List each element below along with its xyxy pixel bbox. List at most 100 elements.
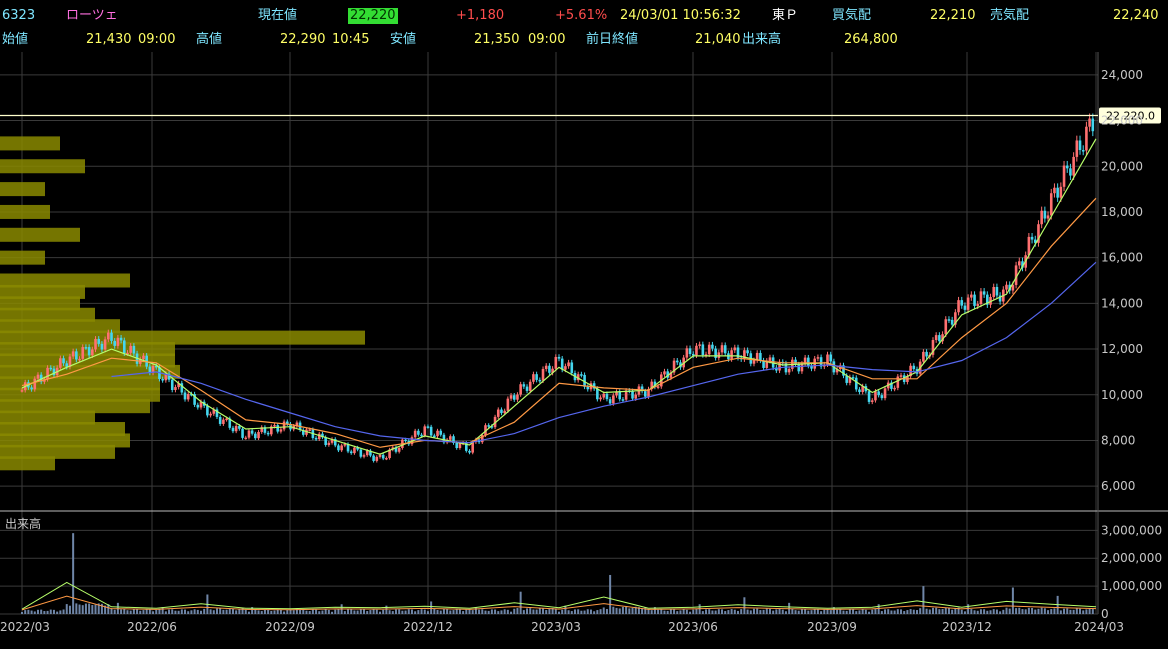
- volume-bar: [279, 609, 282, 614]
- candle-body: [458, 443, 462, 449]
- volume-bar: [714, 610, 717, 614]
- candle-body: [170, 379, 174, 390]
- volume-bar: [839, 609, 842, 614]
- volume-tick-label: 2,000,000: [1101, 551, 1162, 565]
- volume-bar: [273, 610, 276, 614]
- candle-body: [317, 433, 321, 440]
- candle-body: [567, 362, 570, 367]
- volume-bar: [855, 611, 858, 614]
- high-label: 高値: [196, 32, 223, 47]
- volume-bar: [359, 609, 362, 614]
- candle-body: [436, 430, 439, 437]
- x-tick-label: 2022/03: [0, 620, 50, 634]
- volume-bar: [484, 610, 487, 614]
- candle-body: [618, 391, 622, 400]
- volume-bar: [906, 610, 909, 614]
- stock-chart: 22,220.0 24,000 22,000 20,000 18,000 16,000 1…: [0, 52, 1168, 634]
- candle-body: [397, 447, 401, 452]
- volume-bar: [532, 609, 535, 614]
- volume-bar: [209, 609, 212, 614]
- y-tick-label: 10,000: [1101, 388, 1143, 402]
- candle-body: [71, 351, 75, 357]
- candle-body: [800, 363, 804, 372]
- volume-bar: [896, 609, 899, 614]
- volume-bar: [829, 610, 832, 614]
- candle-body: [807, 357, 810, 366]
- volume-bar: [212, 610, 215, 614]
- candle-body: [1069, 168, 1072, 176]
- current-price-line: 22,220.0: [0, 107, 1161, 124]
- candle-body: [30, 387, 33, 390]
- volume-bar: [554, 608, 557, 614]
- volume-bar: [43, 611, 46, 614]
- volume-bar: [478, 609, 481, 614]
- volume-bar: [1037, 608, 1040, 614]
- ma-line: [21, 197, 1097, 448]
- candle-body: [851, 377, 855, 379]
- volume-bar: [113, 609, 116, 614]
- volume-bar: [184, 609, 187, 614]
- volume-bar: [225, 609, 228, 614]
- candle-body: [91, 349, 94, 356]
- volume-bar: [826, 609, 829, 614]
- y-tick-label: 20,000: [1101, 159, 1143, 173]
- volume-bar: [871, 609, 874, 614]
- candle-body: [519, 384, 522, 395]
- candle-body: [723, 345, 727, 354]
- candle-body: [218, 416, 222, 424]
- date-axis: 2022/03 2022/06 2022/09 2022/12 2023/03 2023/…: [0, 620, 1124, 634]
- volume-bar: [983, 609, 986, 614]
- volume-bar: [510, 611, 513, 614]
- volume-pane: 3,000,000 2,000,000 1,000,000 0: [0, 523, 1162, 621]
- volume-bar: [960, 609, 963, 614]
- candle-body: [308, 429, 311, 431]
- volume-bar: [519, 591, 522, 614]
- volume-bar: [177, 610, 180, 614]
- volume-bar: [372, 609, 375, 614]
- volume-bar: [394, 609, 397, 614]
- candle-body: [107, 332, 110, 340]
- volume-bar: [941, 608, 944, 614]
- volume-bar: [126, 610, 129, 614]
- candle-body: [656, 386, 660, 388]
- candle-body: [349, 451, 353, 454]
- volume-tick-label: 3,000,000: [1101, 523, 1162, 537]
- volume-bar: [673, 609, 676, 614]
- candle-body: [429, 426, 433, 436]
- volume-bar: [190, 610, 193, 614]
- volume-bar: [203, 608, 206, 614]
- volume-bar: [24, 610, 27, 614]
- volume-bar: [292, 610, 295, 614]
- volume-tick-label: 1,000,000: [1101, 579, 1162, 593]
- volume-bar: [324, 609, 327, 614]
- volume-bar: [238, 609, 241, 614]
- volume-bar: [270, 610, 273, 614]
- volume-bar: [963, 611, 966, 614]
- x-tick-label: 2022/09: [265, 620, 315, 634]
- volume-bar: [682, 609, 685, 614]
- candle-body: [365, 450, 369, 456]
- volume-bar: [810, 610, 813, 614]
- volume-bar: [1085, 609, 1088, 614]
- x-tick-label: 2023/12: [942, 620, 992, 634]
- candle-body: [570, 362, 574, 374]
- volume-bar: [430, 601, 433, 614]
- y-tick-label: 18,000: [1101, 205, 1143, 219]
- volume-bar: [772, 610, 775, 614]
- volume-bar: [426, 611, 429, 614]
- volume-bar: [286, 610, 289, 614]
- candle-body: [378, 454, 382, 457]
- candle-body: [631, 390, 634, 399]
- volume-bar: [804, 609, 807, 614]
- candle-body: [247, 430, 251, 438]
- candle-body: [957, 300, 960, 313]
- candle-body: [84, 347, 88, 349]
- volume-bar: [417, 610, 420, 614]
- volume-bar: [599, 609, 602, 614]
- volume-bar: [535, 609, 538, 614]
- y-tick-label: 14,000: [1101, 296, 1143, 310]
- volume-bar: [446, 609, 449, 614]
- volume-bar: [458, 609, 461, 614]
- candle-body: [116, 337, 120, 346]
- candle-body: [880, 395, 884, 399]
